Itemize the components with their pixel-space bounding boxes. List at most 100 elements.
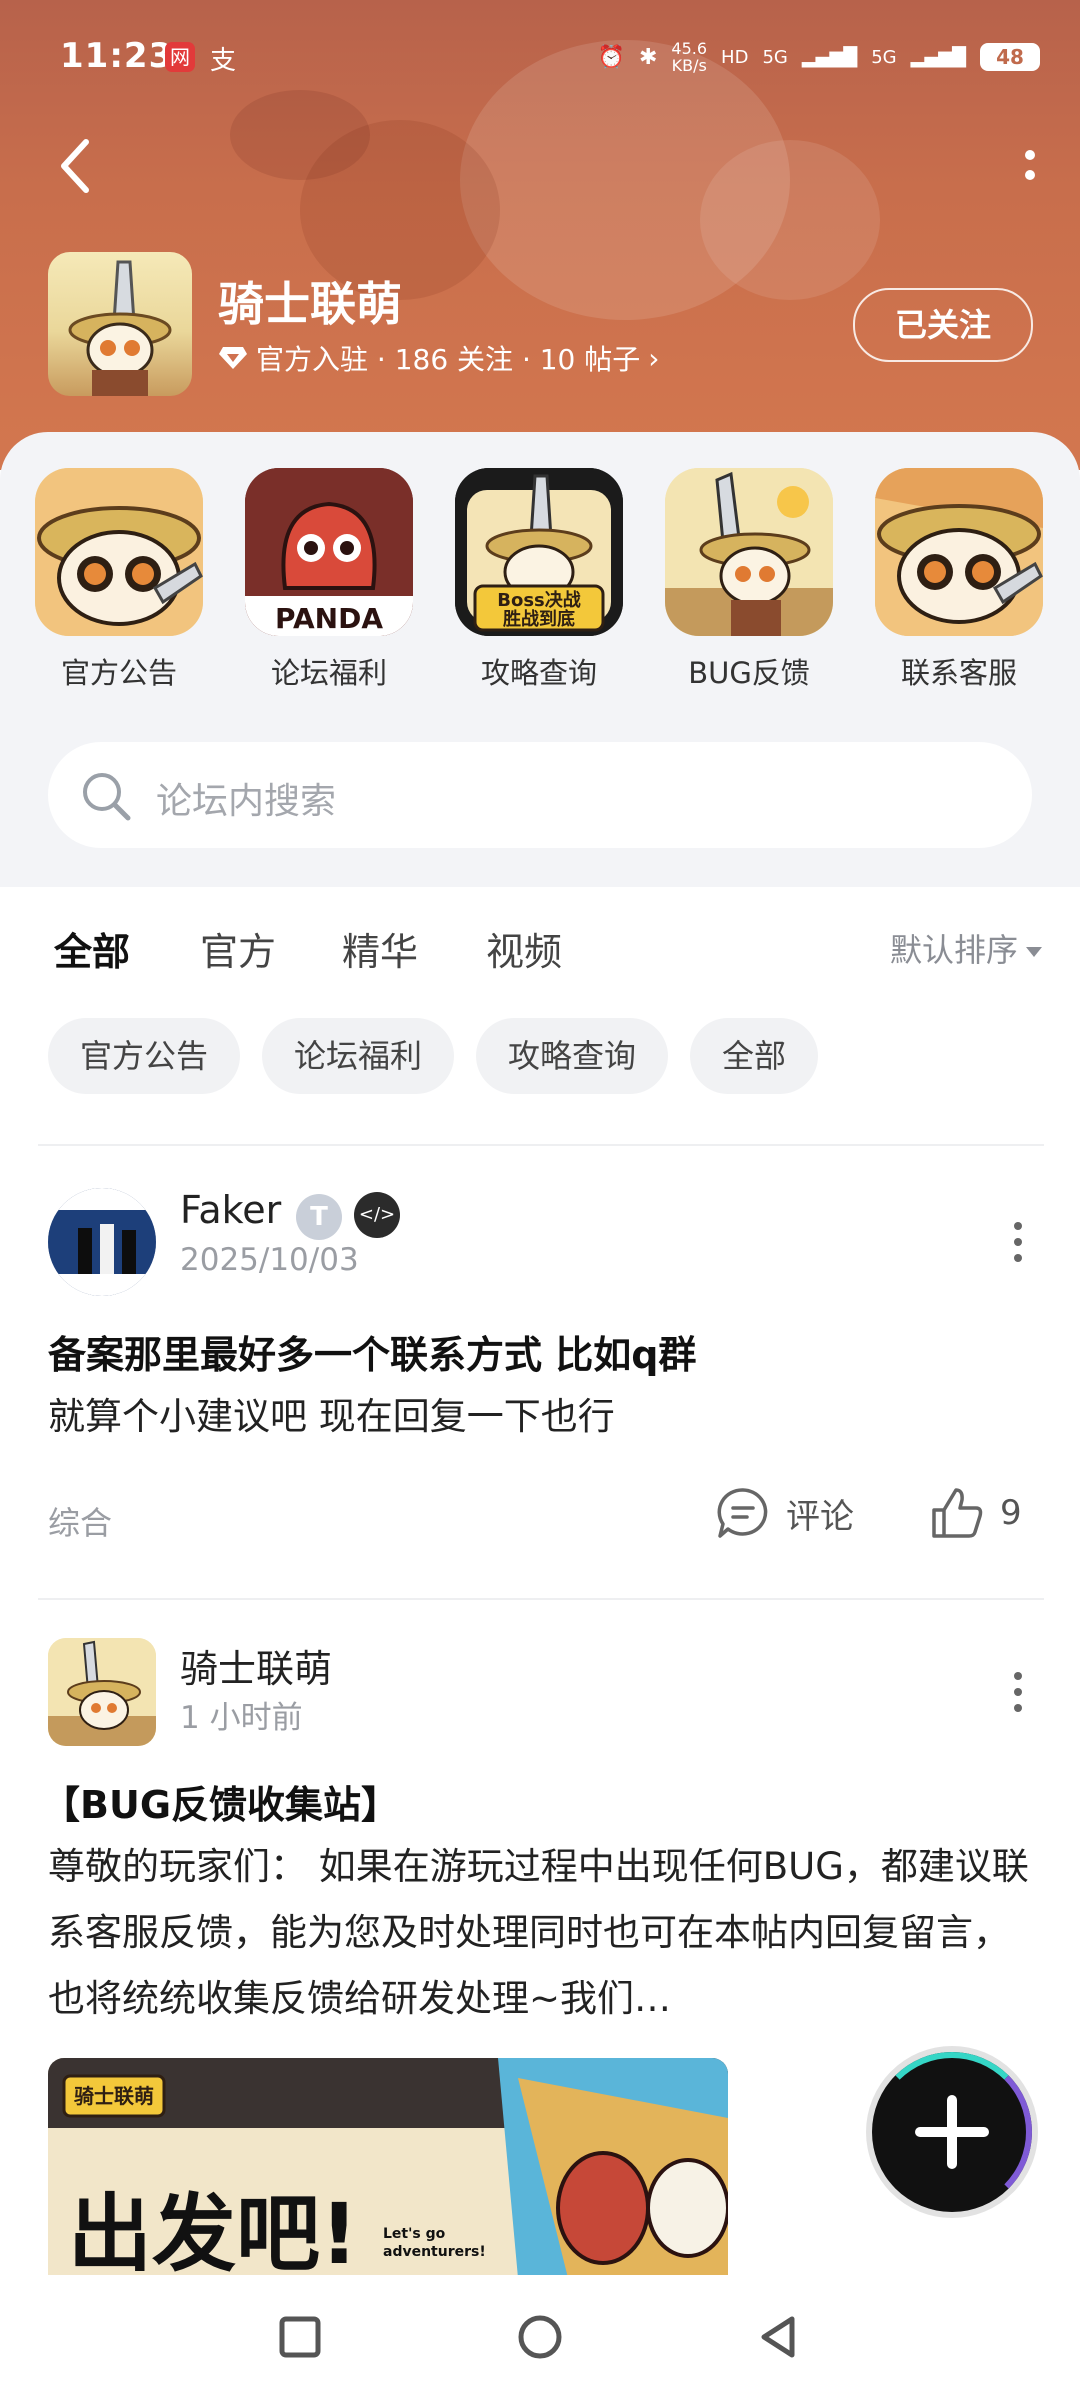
recent-apps-icon[interactable] bbox=[270, 2307, 330, 2367]
system-nav-bar bbox=[0, 2275, 1080, 2400]
forum-avatar[interactable] bbox=[48, 252, 192, 396]
more-options-button[interactable] bbox=[1020, 140, 1040, 190]
dot-icon bbox=[1025, 170, 1035, 180]
forum-meta-text: 官方入驻 · 186 关注 · 10 帖子 bbox=[256, 343, 641, 376]
caret-down-icon bbox=[1026, 947, 1042, 957]
quick-link-bug-report[interactable]: BUG反馈 bbox=[644, 468, 854, 692]
status-indicators: ⏰ ✱ 45.6 KB/s HD 5G ▂▄▆█ 5G ▂▄▆█ 48 bbox=[598, 40, 1040, 74]
alarm-icon: ⏰ bbox=[597, 44, 625, 70]
post-image[interactable]: 骑士联萌 出发吧! Let's go adventurers! bbox=[48, 2058, 728, 2278]
chevron-left-icon bbox=[61, 139, 89, 193]
battery-indicator: 48 bbox=[980, 43, 1040, 71]
post-author[interactable]: 骑士联萌 bbox=[180, 1638, 332, 1693]
svg-text:胜战到底: 胜战到底 bbox=[503, 608, 575, 630]
net-speed-value: 45.6 bbox=[671, 39, 708, 58]
post-card[interactable]: Faker T </> 2025/10/03 备案那里最好多一个联系方式 比如q… bbox=[0, 1188, 1080, 1558]
forum-name: 骑士联萌 bbox=[218, 277, 402, 331]
svg-text:Boss决战: Boss决战 bbox=[497, 589, 581, 611]
search-placeholder: 论坛内搜索 bbox=[156, 781, 337, 822]
quick-links: 官方公告 PANDA 论坛福利 Boss决战 胜战到底 攻略查询 BUG反馈 联… bbox=[0, 468, 1080, 692]
post-author[interactable]: Faker bbox=[180, 1188, 281, 1232]
tab-video[interactable]: 视频 bbox=[486, 921, 562, 976]
quick-link-label: 攻略查询 bbox=[480, 656, 597, 690]
post-title: 备案那里最好多一个联系方式 比如q群 bbox=[48, 1333, 697, 1377]
hd-icon: HD bbox=[721, 46, 749, 68]
net-speed-unit: KB/s bbox=[671, 56, 707, 75]
quick-link-guide[interactable]: Boss决战 胜战到底 攻略查询 bbox=[434, 468, 644, 692]
quick-link-benefits[interactable]: PANDA 论坛福利 bbox=[224, 468, 434, 692]
follow-button[interactable]: 已关注 bbox=[853, 288, 1033, 362]
dot-icon bbox=[1014, 1254, 1022, 1262]
panda-dragon-icon: PANDA bbox=[245, 468, 413, 636]
quick-link-label: 官方公告 bbox=[60, 656, 177, 690]
divider bbox=[38, 1598, 1044, 1600]
sort-label: 默认排序 bbox=[889, 931, 1018, 969]
dot-icon bbox=[1014, 1222, 1022, 1230]
quick-link-support[interactable]: 联系客服 bbox=[854, 468, 1064, 692]
dot-icon bbox=[1014, 1704, 1022, 1712]
home-icon[interactable] bbox=[510, 2307, 570, 2367]
plus-icon bbox=[915, 2095, 989, 2169]
sort-dropdown[interactable]: 默认排序 bbox=[890, 925, 1042, 971]
tab-featured[interactable]: 精华 bbox=[342, 921, 418, 976]
knight-sword-icon bbox=[665, 468, 833, 636]
bluetooth-icon: ✱ bbox=[638, 44, 658, 70]
panda-knight-icon bbox=[48, 1638, 156, 1746]
post-time: 2025/10/03 bbox=[180, 1242, 359, 1278]
quick-link-label: BUG反馈 bbox=[688, 656, 810, 690]
svg-text:adventurers!: adventurers! bbox=[383, 2244, 486, 2260]
forum-meta[interactable]: 官方入驻 · 186 关注 · 10 帖子 › bbox=[218, 338, 659, 378]
comment-button[interactable]: 评论 bbox=[714, 1484, 854, 1542]
signal-2: 5G bbox=[871, 46, 897, 68]
status-bar: 11:23 网 支 ⏰ ✱ 45.6 KB/s HD 5G ▂▄▆█ 5G ▂▄… bbox=[0, 30, 1080, 90]
like-button[interactable]: 9 bbox=[928, 1484, 1022, 1542]
svg-text:骑士联萌: 骑士联萌 bbox=[74, 2084, 154, 2108]
chip-all[interactable]: 全部 bbox=[690, 1018, 819, 1094]
thumbs-up-icon bbox=[932, 1488, 983, 1538]
tab-all[interactable]: 全部 bbox=[54, 921, 130, 980]
dot-icon bbox=[1025, 150, 1035, 160]
chip-benefits[interactable]: 论坛福利 bbox=[262, 1018, 455, 1094]
create-post-button[interactable] bbox=[872, 2052, 1032, 2212]
signal-bars-icon: ▂▄▆█ bbox=[910, 46, 966, 68]
back-button[interactable] bbox=[56, 136, 96, 196]
quick-links-panel: 官方公告 PANDA 论坛福利 Boss决战 胜战到底 攻略查询 BUG反馈 联… bbox=[0, 432, 1080, 887]
panda-support-icon bbox=[875, 468, 1043, 636]
post-time: 1 小时前 bbox=[180, 1700, 303, 1736]
post-body: 尊敬的玩家们： 如果在游玩过程中出现任何BUG，都建议联系客服反馈，能为您及时处… bbox=[48, 1845, 1029, 2020]
search-input[interactable]: 论坛内搜索 bbox=[48, 742, 1032, 848]
status-time: 11:23 bbox=[60, 36, 174, 76]
banner-art bbox=[230, 90, 370, 180]
chip-guide[interactable]: 攻略查询 bbox=[476, 1018, 669, 1094]
post-tag[interactable]: 综合 bbox=[48, 1498, 112, 1544]
panda-knight-icon bbox=[35, 468, 203, 636]
avatar[interactable] bbox=[48, 1638, 156, 1746]
svg-text:Let's go: Let's go bbox=[383, 2226, 446, 2242]
comment-label: 评论 bbox=[786, 1496, 854, 1537]
back-nav-icon[interactable] bbox=[750, 2307, 810, 2367]
post-body: 就算个小建议吧 现在回复一下也行 bbox=[48, 1395, 615, 1438]
post-more-button[interactable] bbox=[1014, 1222, 1024, 1262]
dot-icon bbox=[1014, 1688, 1022, 1696]
search-icon bbox=[83, 773, 131, 821]
post-title: 【BUG反馈收集站】 bbox=[42, 1783, 400, 1827]
avatar[interactable] bbox=[48, 1188, 156, 1296]
banner-art bbox=[700, 140, 880, 300]
quick-link-label: 联系客服 bbox=[900, 656, 1017, 690]
tab-official[interactable]: 官方 bbox=[200, 921, 276, 976]
post-more-button[interactable] bbox=[1014, 1672, 1024, 1712]
chevron-right-icon: › bbox=[648, 341, 660, 375]
netease-app-icon: 网 bbox=[165, 42, 195, 72]
developer-badge-icon: </> bbox=[354, 1192, 400, 1238]
signal-bars-icon: ▂▄▆█ bbox=[801, 46, 858, 68]
post-tabs: 全部 官方 精华 视频 默认排序 bbox=[0, 887, 1080, 997]
diamond-icon bbox=[219, 347, 247, 369]
panda-knight-icon bbox=[68, 260, 172, 396]
category-chips: 官方公告 论坛福利 攻略查询 全部 bbox=[48, 1018, 819, 1094]
dot-icon bbox=[1014, 1672, 1022, 1680]
chip-announcement[interactable]: 官方公告 bbox=[48, 1018, 241, 1094]
signal-1: 5G bbox=[762, 46, 788, 68]
quick-link-announcement[interactable]: 官方公告 bbox=[14, 468, 224, 692]
dot-icon bbox=[1014, 1238, 1022, 1246]
boss-guide-icon: Boss决战 胜战到底 bbox=[455, 468, 623, 636]
